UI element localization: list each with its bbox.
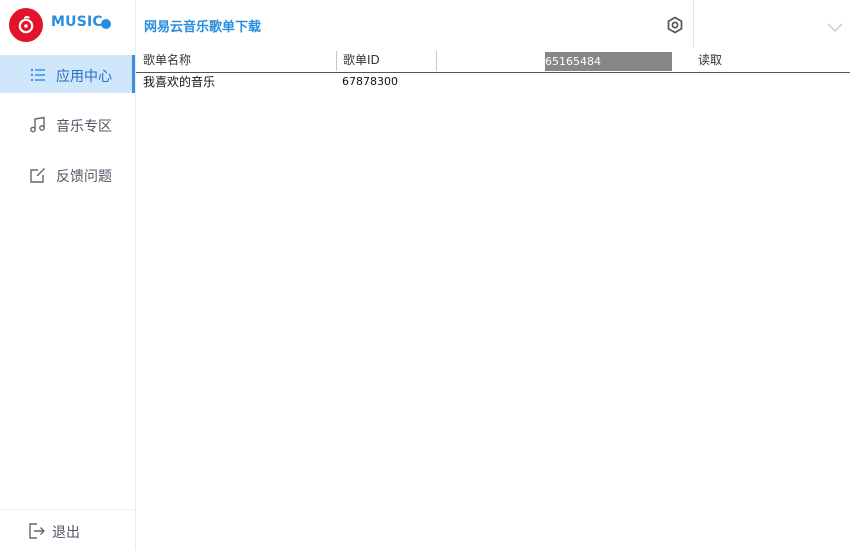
status-dot [101, 19, 111, 29]
top-bar: 网易云音乐歌单下载 [136, 0, 850, 48]
sidebar-item-app-center[interactable]: 应用中心 [0, 55, 135, 93]
column-header-playlist-id: 歌单ID [343, 53, 380, 67]
logout-icon [29, 523, 45, 539]
edit-icon [30, 168, 45, 183]
column-separator[interactable] [336, 51, 337, 71]
playlist-name-cell: 我喜欢的音乐 [143, 75, 216, 89]
netease-music-logo [9, 8, 43, 42]
column-header-playlist-name: 歌单名称 [143, 53, 192, 67]
list-icon [30, 68, 45, 82]
table-row[interactable]: 我喜欢的音乐 67878300 [136, 73, 850, 93]
gear-icon[interactable] [665, 15, 685, 35]
sidebar-item-feedback[interactable]: 反馈问题 [0, 155, 135, 193]
sidebar-item-label: 反馈问题 [56, 169, 112, 185]
column-separator[interactable] [436, 51, 437, 71]
brand: MUSIC [0, 0, 135, 48]
page-title: 网易云音乐歌单下载 [144, 20, 262, 35]
playlist-table: 歌单名称 歌单ID 读取 我喜欢的音乐 67878300 [136, 49, 850, 550]
playlist-id-cell: 67878300 [342, 75, 398, 88]
logout-label: 退出 [52, 525, 80, 541]
music-note-icon [30, 116, 45, 133]
sidebar-item-label: 音乐专区 [56, 119, 112, 135]
sidebar-item-music-zone[interactable]: 音乐专区 [0, 105, 135, 143]
sidebar-footer: 退出 [0, 509, 135, 551]
brand-name: MUSIC [51, 14, 103, 30]
chevron-down-icon[interactable] [826, 20, 844, 34]
toolbar-divider [693, 0, 694, 48]
table-header: 歌单名称 歌单ID 读取 [136, 49, 850, 73]
read-button[interactable]: 读取 [698, 49, 722, 72]
sidebar: MUSIC 应用中心 音乐专区 反馈问题 退出 [0, 0, 136, 550]
sidebar-item-label: 应用中心 [56, 69, 112, 85]
music-logo-icon [18, 16, 34, 34]
logout-button[interactable]: 退出 [0, 510, 135, 551]
playlist-id-input[interactable] [545, 52, 672, 71]
